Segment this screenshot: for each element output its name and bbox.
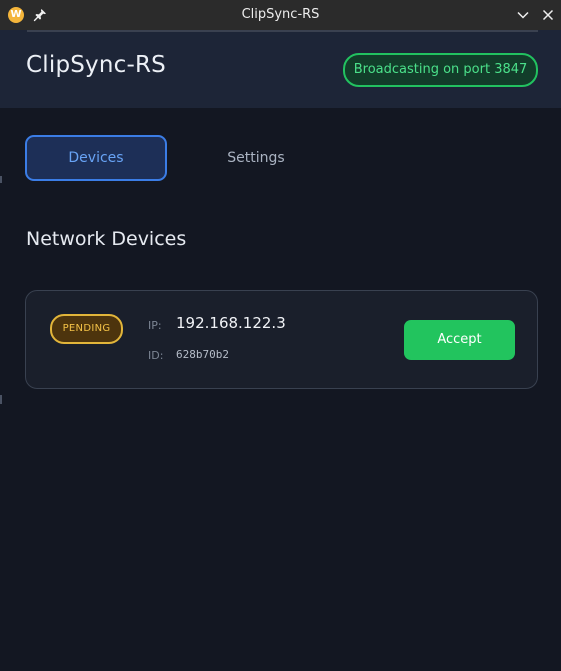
device-card: PENDING IP: 192.168.122.3 ID: 628b70b2 A… [25, 290, 538, 389]
ip-label: IP: [148, 319, 162, 332]
id-value: 628b70b2 [176, 348, 229, 361]
ip-value: 192.168.122.3 [176, 314, 286, 332]
edge-artifact [0, 395, 2, 404]
close-icon[interactable] [541, 8, 555, 22]
broadcast-status-badge: Broadcasting on port 3847 [343, 53, 538, 87]
section-title: Network Devices [26, 228, 187, 250]
app-name: ClipSync-RS [26, 52, 166, 78]
title-bar: W ClipSync-RS [0, 0, 561, 30]
tab-devices[interactable]: Devices [25, 135, 167, 181]
accept-button[interactable]: Accept [404, 320, 515, 360]
edge-artifact [0, 176, 2, 183]
id-label: ID: [148, 349, 164, 362]
app-header: ClipSync-RS Broadcasting on port 3847 [0, 30, 561, 108]
chevron-down-icon[interactable] [516, 8, 530, 22]
device-status-badge: PENDING [50, 314, 123, 344]
tab-settings[interactable]: Settings [186, 137, 326, 179]
app-window: W ClipSync-RS ClipSync-RS Broadcasting o… [0, 0, 561, 671]
window-title: ClipSync-RS [241, 7, 320, 22]
header-divider [27, 30, 538, 32]
